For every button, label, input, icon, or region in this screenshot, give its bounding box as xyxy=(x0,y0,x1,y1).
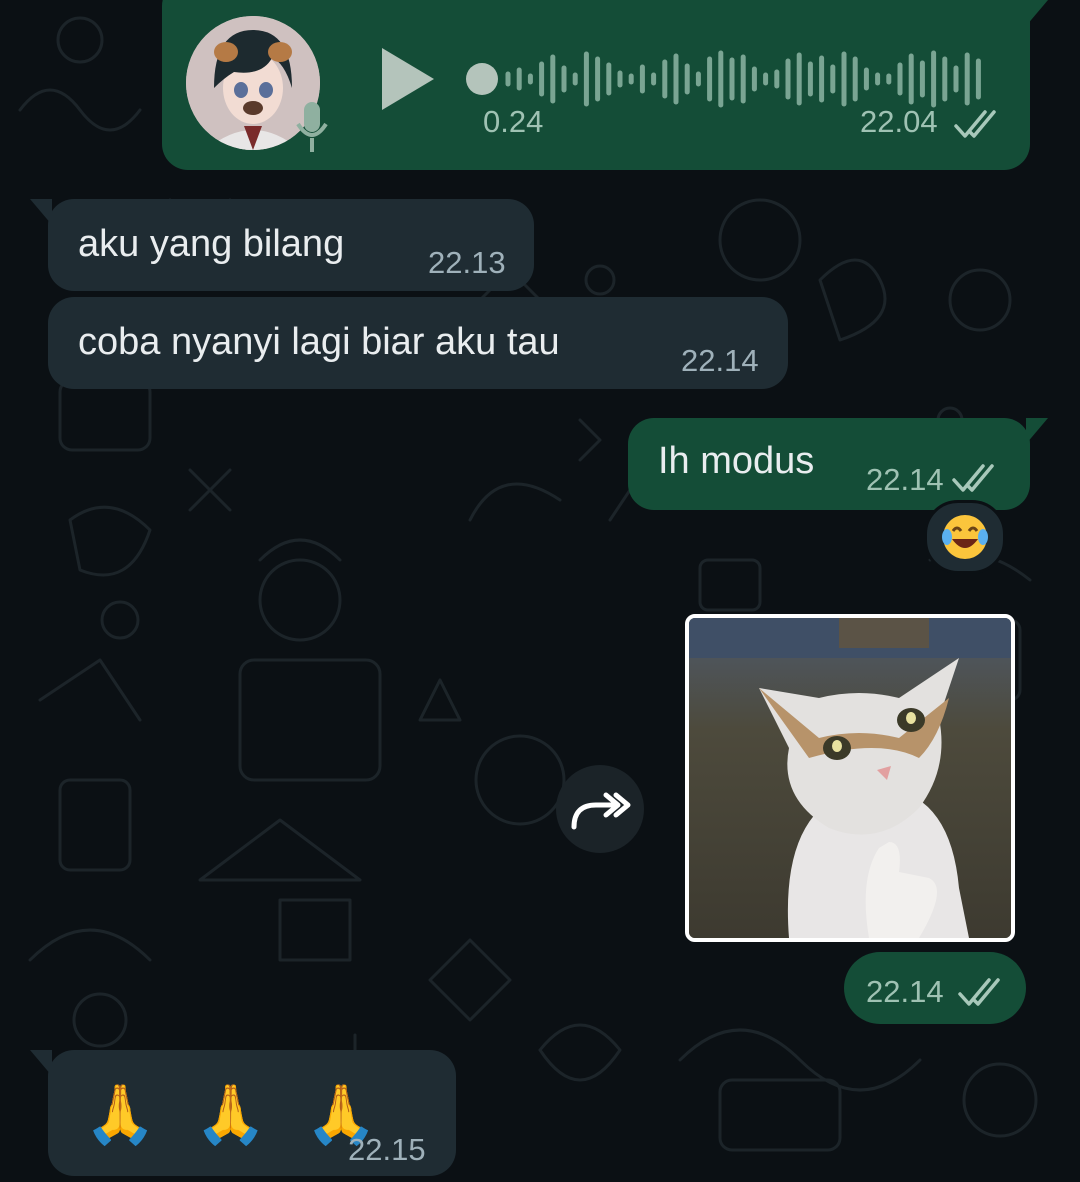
cat-image xyxy=(689,618,1011,938)
forward-icon xyxy=(571,792,631,830)
message-text: aku yang bilang xyxy=(78,223,345,265)
chat-screen: 0.24 22.04 aku yang bilang 22.13 coba ny… xyxy=(0,0,1080,1182)
message-time: 22.13 xyxy=(428,245,506,280)
message-time: 22.14 xyxy=(866,974,944,1009)
double-check-icon xyxy=(954,110,996,138)
message-reaction[interactable] xyxy=(924,500,1006,574)
sticker-image[interactable] xyxy=(685,614,1015,942)
message-bubble-incoming[interactable]: aku yang bilang 22.13 xyxy=(30,199,534,291)
bubble-tail xyxy=(1026,0,1048,26)
message-time: 22.14 xyxy=(681,343,759,378)
double-check-icon xyxy=(958,978,1000,1006)
bubble-tail xyxy=(30,1050,52,1076)
message-time: 22.14 xyxy=(866,462,944,497)
message-time: 22.04 xyxy=(860,104,938,139)
message-text: 🙏 🙏 🙏 xyxy=(84,1080,388,1148)
message-bubble-incoming[interactable]: 🙏 🙏 🙏 22.15 xyxy=(30,1050,456,1176)
message-text: Ih modus xyxy=(658,440,815,482)
message-text: coba nyanyi lagi biar aku tau xyxy=(78,321,560,363)
bubble-tail xyxy=(30,199,52,225)
bubble-tail xyxy=(1026,418,1048,444)
laughing-emoji-icon xyxy=(942,515,988,559)
voice-duration: 0.24 xyxy=(483,104,544,139)
message-bubble-incoming[interactable]: coba nyanyi lagi biar aku tau 22.14 xyxy=(48,297,788,389)
forward-button[interactable] xyxy=(556,765,644,853)
play-icon[interactable] xyxy=(378,44,438,114)
message-bubble-outgoing[interactable]: Ih modus 22.14 xyxy=(628,418,1048,510)
double-check-icon xyxy=(952,464,994,492)
voice-note-bubble[interactable]: 0.24 22.04 xyxy=(162,0,1048,170)
message-time: 22.15 xyxy=(348,1132,426,1167)
sticker-time-pill: 22.14 xyxy=(844,952,1026,1024)
microphone-icon xyxy=(296,102,328,152)
